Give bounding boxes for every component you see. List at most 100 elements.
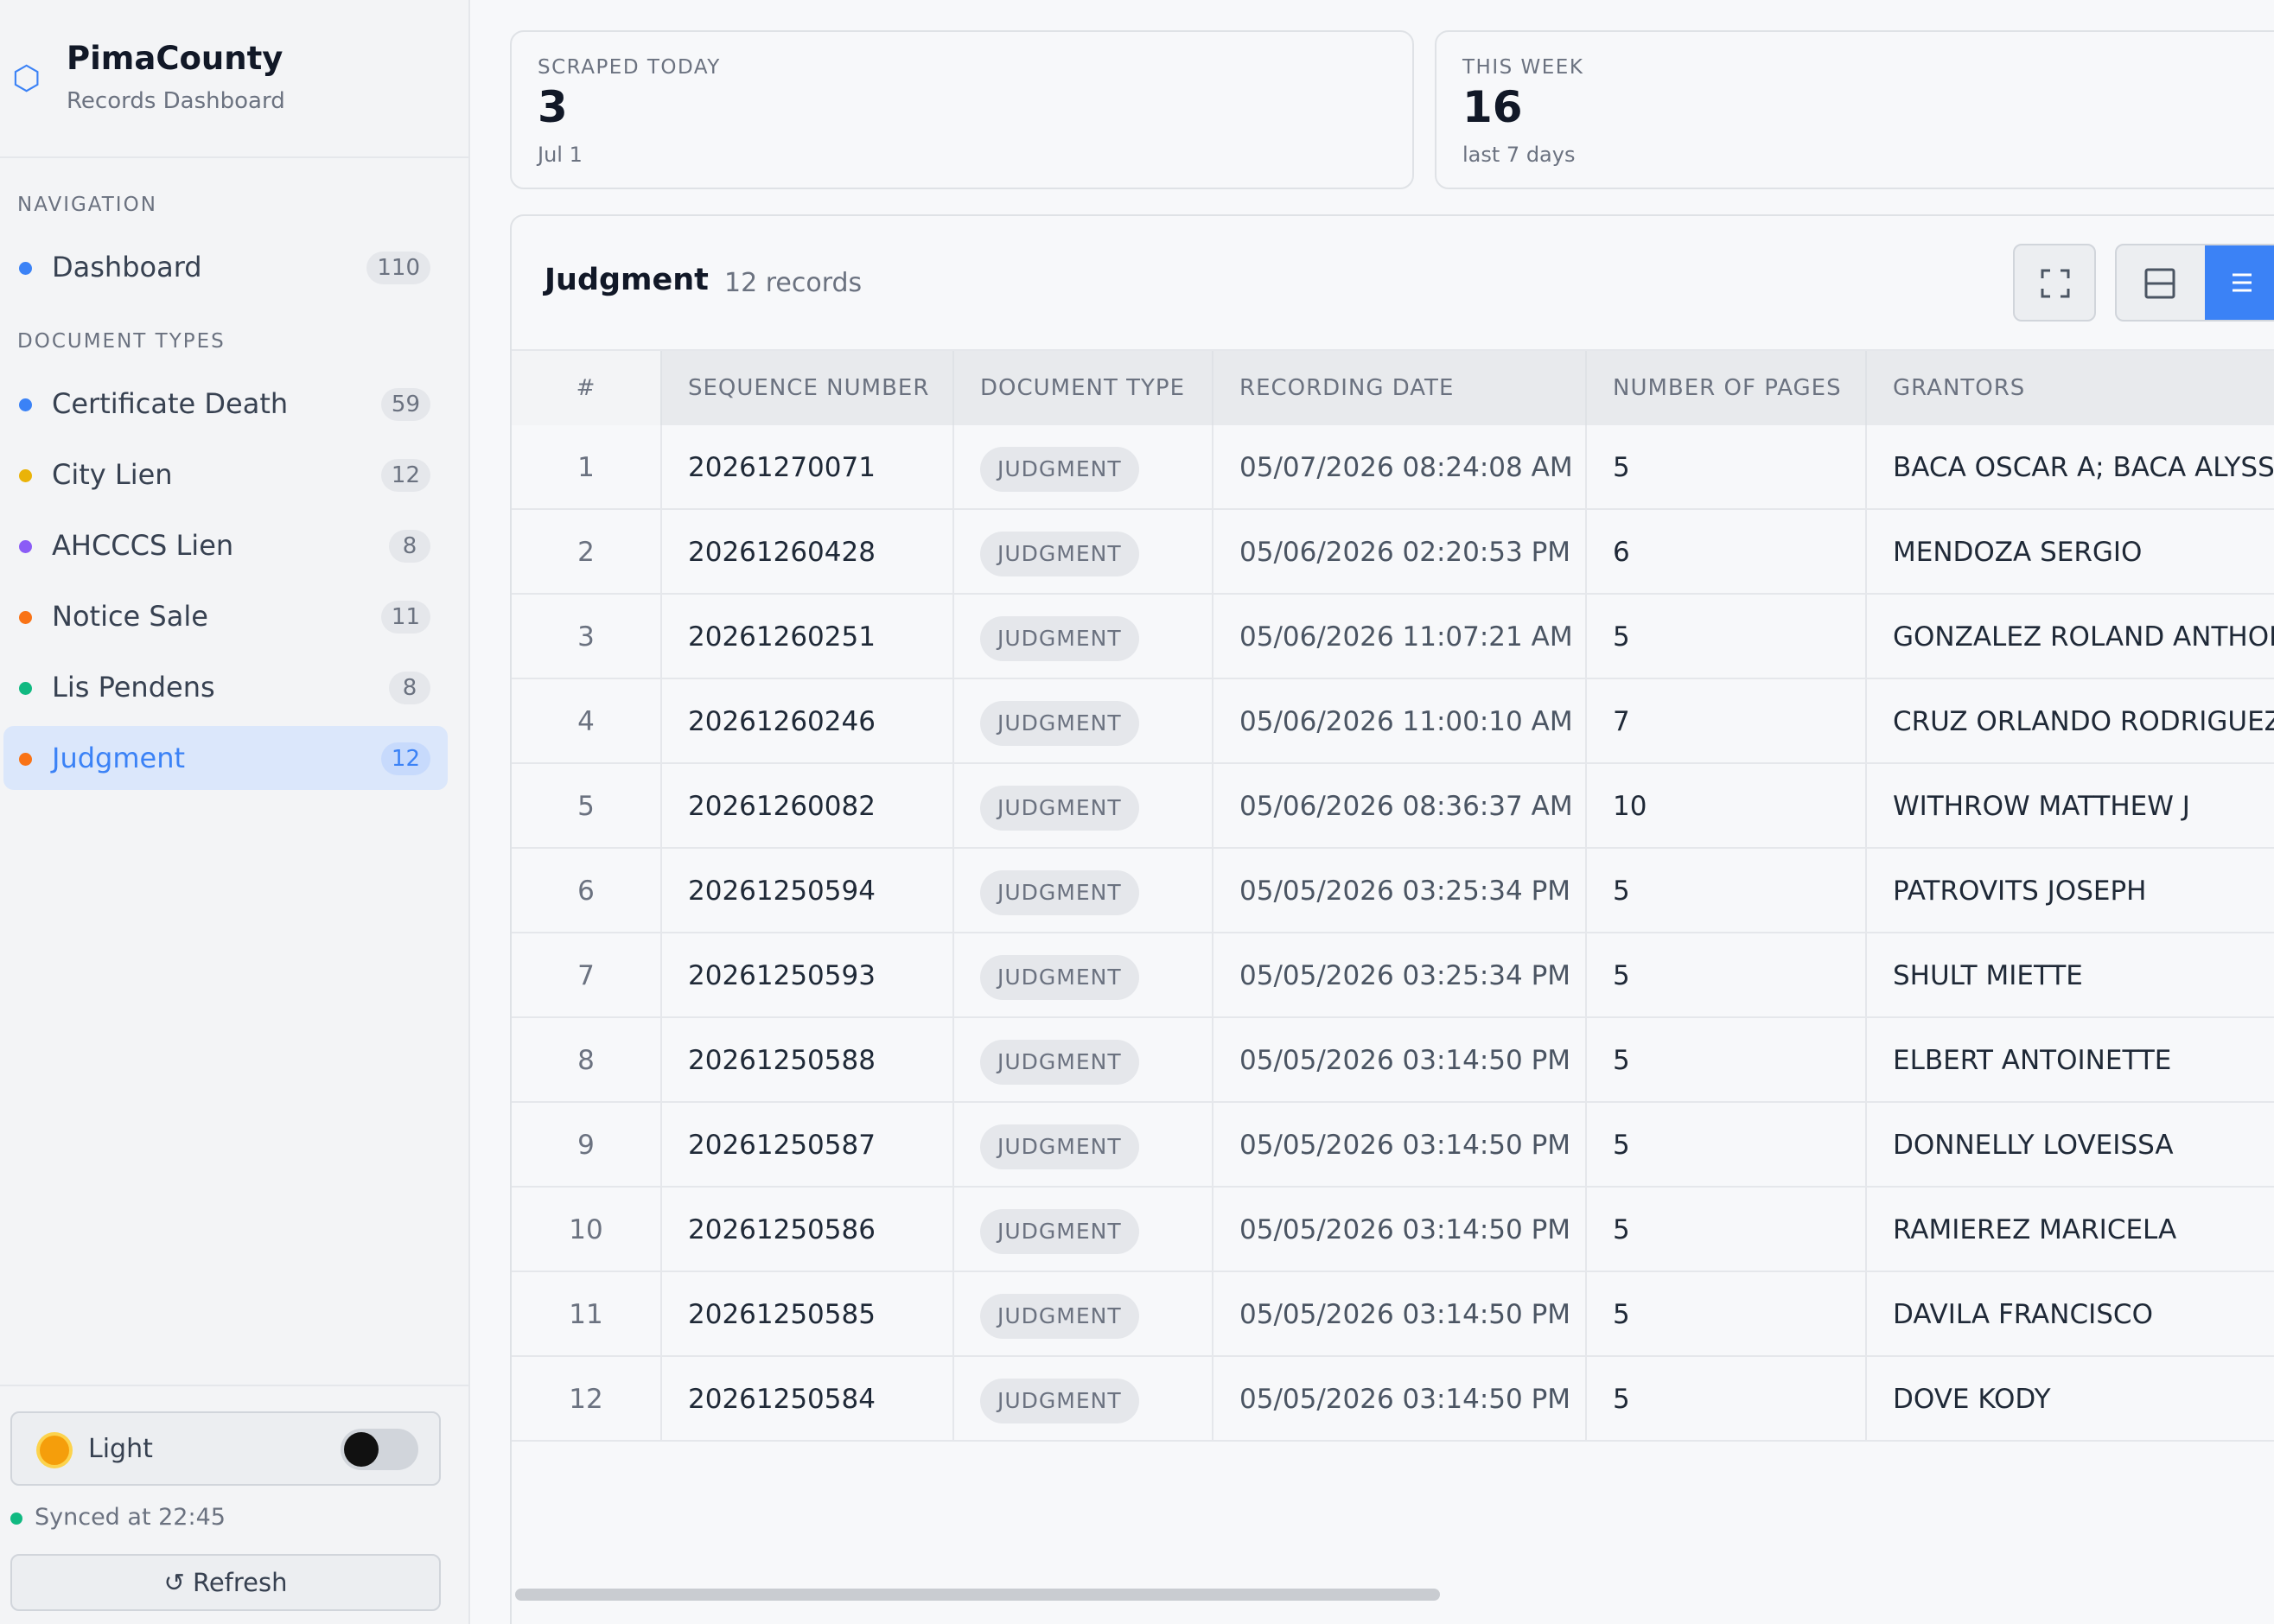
- cell-recording-date: 05/05/2026 03:14:50 PM: [1213, 1272, 1587, 1357]
- column-header-number-of-pages[interactable]: NUMBER OF PAGES: [1587, 351, 1867, 425]
- cell-document-type: JUDGMENT: [954, 933, 1213, 1018]
- document-type-badge: JUDGMENT: [980, 954, 1139, 1000]
- status-dot: [19, 682, 32, 695]
- theme-toggle[interactable]: Light: [10, 1411, 441, 1486]
- cell-document-type: JUDGMENT: [954, 1018, 1213, 1103]
- cell-document-type: JUDGMENT: [954, 1103, 1213, 1188]
- table-row[interactable]: 2 20261260428 JUDGMENT 05/06/2026 02:20:53 …: [512, 510, 2274, 595]
- column-header-grantors[interactable]: GRANTORS: [1867, 351, 2274, 425]
- stat-value: 3: [538, 82, 568, 132]
- cell-grantors: BACA OSCAR A; BACA ALYSSA: [1893, 452, 2274, 483]
- count-badge: 12: [380, 459, 430, 492]
- table-row[interactable]: 1 20261270071 JUDGMENT 05/07/2026 08:24:08 …: [512, 425, 2274, 510]
- column-header-index[interactable]: #: [512, 351, 662, 425]
- records-panel: Judgment 12 records # SEQUENCE NUMBER DO…: [510, 214, 2274, 1624]
- cell-recording-date: 05/06/2026 11:07:21 AM: [1213, 595, 1587, 679]
- table-row[interactable]: 8 20261250588 JUDGMENT 05/05/2026 03:14:50 …: [512, 1018, 2274, 1103]
- table-row[interactable]: 7 20261250593 JUDGMENT 05/05/2026 03:25:34 …: [512, 933, 2274, 1018]
- sidebar-item-city-lien[interactable]: City Lien 12: [3, 443, 448, 506]
- cell-recording-date: 05/06/2026 11:00:10 AM: [1213, 679, 1587, 764]
- cell-number-of-pages: 5: [1587, 1272, 1867, 1357]
- document-type-badge: JUDGMENT: [980, 615, 1139, 661]
- cell-grantors: DOVE KODY: [1893, 1384, 2051, 1415]
- switch-knob: [344, 1432, 379, 1467]
- cell-sequence-number: 20261270071: [662, 425, 954, 510]
- sidebar-item-certificate-death[interactable]: Certificate Death 59: [3, 372, 448, 436]
- document-type-badge: JUDGMENT: [980, 531, 1139, 576]
- sidebar-item-dashboard[interactable]: Dashboard 110: [3, 235, 448, 299]
- cell-document-type: JUDGMENT: [954, 595, 1213, 679]
- split-view-button[interactable]: [2117, 245, 2205, 320]
- stat-label: THIS WEEK: [1462, 56, 1584, 79]
- cell-grantors: GONZALEZ ROLAND ANTHONY: [1893, 621, 2274, 653]
- cell-grantors: ELBERT ANTOINETTE: [1893, 1045, 2172, 1076]
- cell-document-type: JUDGMENT: [954, 1272, 1213, 1357]
- brand-subtitle: Records Dashboard: [67, 88, 285, 114]
- sync-status-text: Synced at 22:45: [35, 1504, 226, 1531]
- cell-index: 6: [512, 849, 662, 933]
- table-row[interactable]: 12 20261250584 JUDGMENT 05/05/2026 03:14:50…: [512, 1357, 2274, 1442]
- table-header: # SEQUENCE NUMBER DOCUMENT TYPE RECORDIN…: [512, 349, 2274, 425]
- stat-sub: Jul 1: [538, 143, 583, 167]
- column-header-sequence-number[interactable]: SEQUENCE NUMBER: [662, 351, 954, 425]
- hexagon-icon: ⬡: [12, 59, 41, 97]
- column-header-document-type[interactable]: DOCUMENT TYPE: [954, 351, 1213, 425]
- count-badge: 11: [380, 601, 430, 634]
- cell-recording-date: 05/05/2026 03:14:50 PM: [1213, 1103, 1587, 1188]
- stat-card-scraped-today: SCRAPED TODAY 3 Jul 1: [510, 30, 1414, 189]
- table-row[interactable]: 9 20261250587 JUDGMENT 05/05/2026 03:14:50 …: [512, 1103, 2274, 1188]
- sidebar-item-label: AHCCCS Lien: [52, 529, 234, 562]
- cell-sequence-number: 20261260428: [662, 510, 954, 595]
- document-type-badge: JUDGMENT: [980, 869, 1139, 915]
- cell-number-of-pages: 5: [1587, 1188, 1867, 1272]
- table-row[interactable]: 4 20261260246 JUDGMENT 05/06/2026 11:00:10 …: [512, 679, 2274, 764]
- navigation-section-label: NAVIGATION: [17, 194, 157, 216]
- sidebar-item-ahcccs-lien[interactable]: AHCCCS Lien 8: [3, 513, 448, 577]
- table-row[interactable]: 6 20261250594 JUDGMENT 05/05/2026 03:25:34 …: [512, 849, 2274, 933]
- sidebar-item-notice-sale[interactable]: Notice Sale 11: [3, 584, 448, 648]
- cell-sequence-number: 20261250586: [662, 1188, 954, 1272]
- sidebar-footer: Light Synced at 22:45 ↺ Refresh: [0, 1385, 468, 1624]
- cell-number-of-pages: 5: [1587, 1018, 1867, 1103]
- status-dot: [19, 611, 32, 624]
- cell-sequence-number: 20261260246: [662, 679, 954, 764]
- cell-grantors: WITHROW MATTHEW J: [1893, 791, 2190, 822]
- sidebar-item-judgment[interactable]: Judgment 12: [3, 726, 448, 790]
- sidebar-item-label: Notice Sale: [52, 600, 208, 633]
- sidebar-item-lis-pendens[interactable]: Lis Pendens 8: [3, 655, 448, 719]
- cell-number-of-pages: 5: [1587, 933, 1867, 1018]
- cell-grantors: CRUZ ORLANDO RODRIGUEZ;: [1893, 706, 2274, 737]
- cell-number-of-pages: 7: [1587, 679, 1867, 764]
- sidebar: ⬡ PimaCounty Records Dashboard NAVIGATIO…: [0, 0, 470, 1624]
- theme-switch[interactable]: [341, 1429, 418, 1470]
- cell-number-of-pages: 6: [1587, 510, 1867, 595]
- table-row[interactable]: 11 20261250585 JUDGMENT 05/05/2026 03:14:50…: [512, 1272, 2274, 1357]
- document-type-badge: JUDGMENT: [980, 1293, 1139, 1339]
- cell-grantors: RAMIEREZ MARICELA: [1893, 1214, 2177, 1245]
- sidebar-item-label: Judgment: [52, 742, 186, 774]
- sun-icon: [40, 1436, 69, 1465]
- cell-number-of-pages: 5: [1587, 1357, 1867, 1442]
- cell-recording-date: 05/06/2026 08:36:37 AM: [1213, 764, 1587, 849]
- list-view-button[interactable]: [2205, 245, 2274, 320]
- count-badge: 8: [389, 672, 430, 704]
- cell-document-type: JUDGMENT: [954, 1357, 1213, 1442]
- table-row[interactable]: 10 20261250586 JUDGMENT 05/05/2026 03:14:50…: [512, 1188, 2274, 1272]
- brand-header: ⬡ PimaCounty Records Dashboard: [0, 0, 468, 158]
- horizontal-scrollbar[interactable]: [515, 1589, 1440, 1601]
- document-type-badge: JUDGMENT: [980, 1124, 1139, 1169]
- table-row[interactable]: 5 20261260082 JUDGMENT 05/06/2026 08:36:37 …: [512, 764, 2274, 849]
- cell-number-of-pages: 5: [1587, 425, 1867, 510]
- fullscreen-button[interactable]: [2013, 244, 2096, 322]
- column-header-recording-date[interactable]: RECORDING DATE: [1213, 351, 1587, 425]
- list-view-icon: [2233, 273, 2252, 292]
- refresh-button[interactable]: ↺ Refresh: [10, 1554, 441, 1611]
- document-type-badge: JUDGMENT: [980, 785, 1139, 831]
- table-row[interactable]: 3 20261260251 JUDGMENT 05/06/2026 11:07:21 …: [512, 595, 2274, 679]
- sidebar-item-label: Lis Pendens: [52, 671, 215, 704]
- theme-label: Light: [88, 1434, 153, 1464]
- cell-index: 7: [512, 933, 662, 1018]
- cell-recording-date: 05/07/2026 08:24:08 AM: [1213, 425, 1587, 510]
- cell-index: 10: [512, 1188, 662, 1272]
- cell-recording-date: 05/05/2026 03:14:50 PM: [1213, 1357, 1587, 1442]
